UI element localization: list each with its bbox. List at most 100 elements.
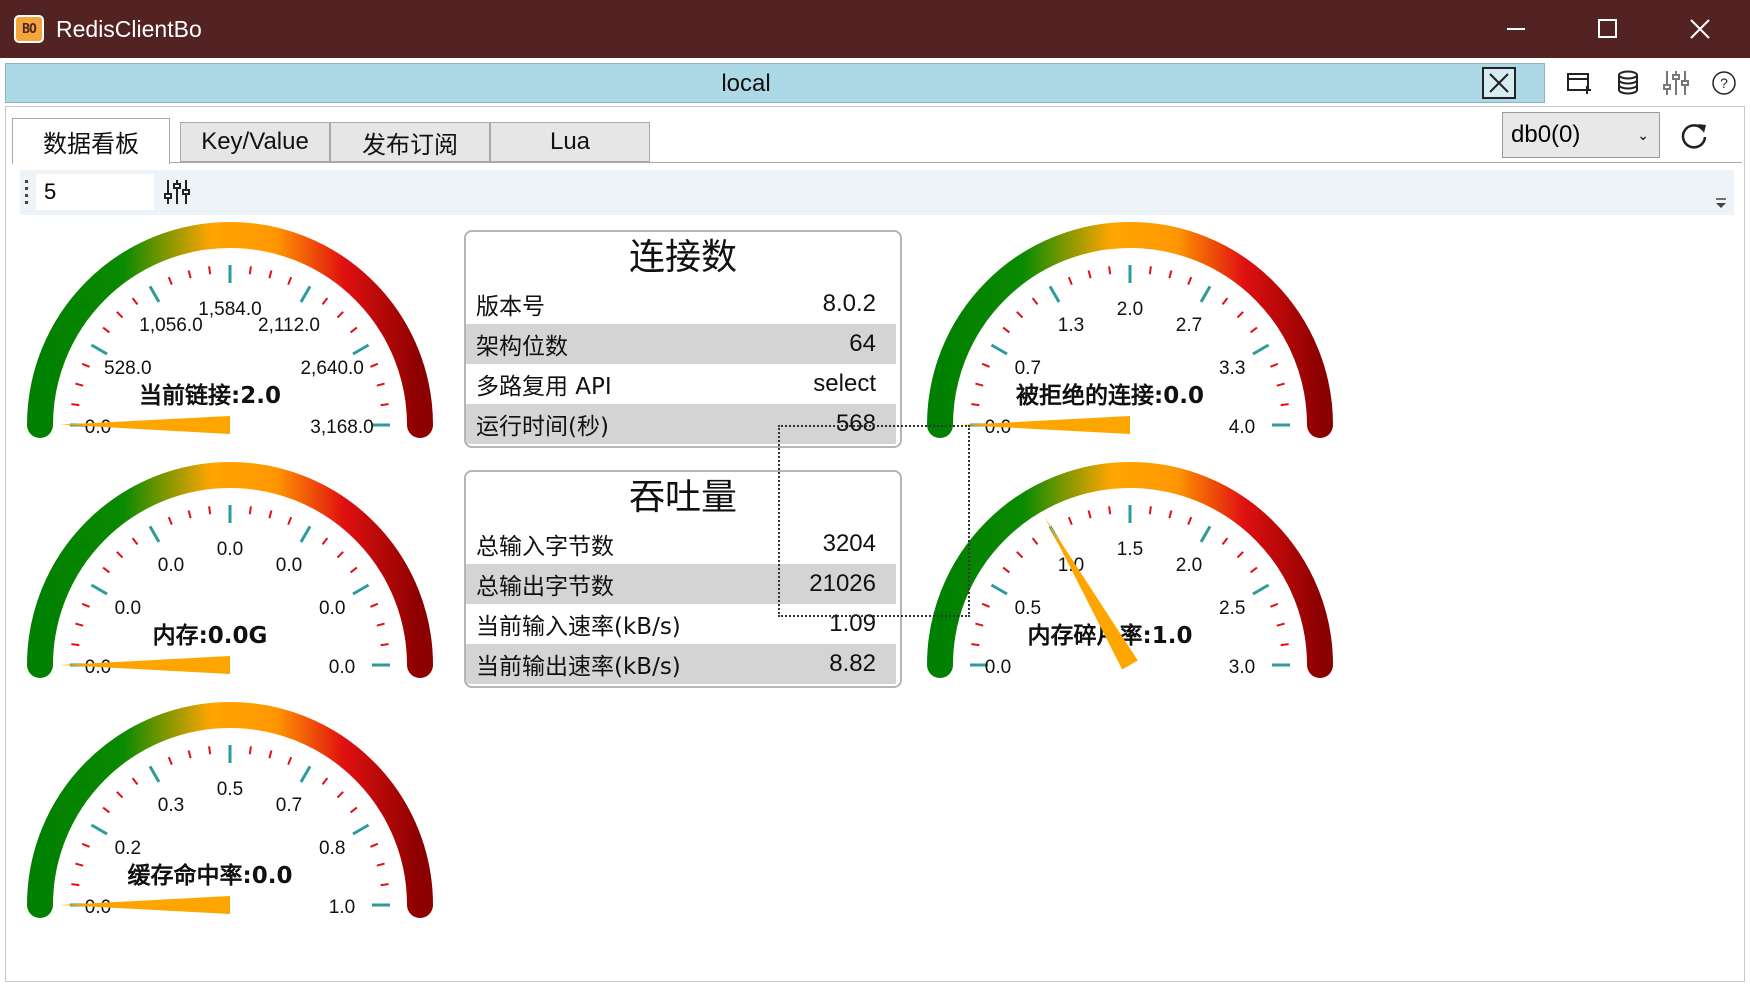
dashboard-toolbar [20, 170, 1734, 215]
gauge-tick-label: 1,056.0 [139, 315, 202, 336]
app-title: RedisClientBo [56, 16, 202, 42]
chevron-down-icon: ⌄ [1637, 127, 1649, 143]
gauge-value-label: 缓存命中率:0.0 [128, 862, 293, 889]
gauge-minor-tick [81, 362, 90, 368]
gauge-minor-tick [287, 516, 293, 525]
db-select[interactable]: db0(0) ⌄ [1502, 112, 1660, 158]
gauge-minor-tick [102, 566, 111, 574]
gauge-minor-tick [981, 362, 990, 368]
gauge-major-tick [148, 285, 161, 303]
gauge-minor-tick [81, 602, 90, 608]
gauge-minor-tick [1148, 506, 1152, 515]
gauge-tick-label: 0.8 [319, 838, 345, 859]
gauge-minor-tick [248, 746, 252, 755]
gauge-minor-tick [1236, 551, 1244, 559]
help-icon: ? [1712, 71, 1736, 95]
gauge-minor-tick [1108, 266, 1112, 275]
overflow-icon[interactable] [1714, 194, 1728, 210]
gauge-minor-tick [71, 883, 80, 887]
gauge-minor-tick [102, 806, 111, 814]
gauge-minor-tick [208, 266, 212, 275]
gauge-tick-label: 1.0 [329, 897, 355, 918]
gauge-minor-tick [208, 746, 212, 755]
database-button[interactable] [1610, 64, 1646, 102]
row-label: 架构位数 [476, 334, 568, 360]
gauge-tick-label: 528.0 [104, 358, 152, 379]
maximize-button[interactable] [1578, 0, 1638, 58]
gauge-minor-tick [1016, 551, 1024, 559]
gauge-tick-label: 0.0 [276, 555, 302, 576]
gauge-minor-tick [167, 756, 173, 765]
focus-rectangle [778, 425, 970, 617]
gauge-minor-tick [116, 551, 124, 559]
tab-dashboard[interactable]: 数据看板 [12, 118, 170, 164]
close-connection-button[interactable] [1482, 67, 1516, 99]
gauge-minor-tick [1249, 326, 1258, 334]
connection-tab-title: local [721, 70, 771, 97]
gauge-tick-label: 0.0 [158, 555, 184, 576]
gauge-minor-tick [75, 382, 84, 387]
tab-lua[interactable]: Lua [490, 122, 650, 162]
gauge-svg: 0.0 528.0 1,056.01,584.02,112.0 2,640.0 3,16… [27, 222, 433, 438]
gauge-value-label: 当前链接:2.0 [139, 382, 281, 409]
gauge-minor-tick [1087, 270, 1092, 279]
tab-pubsub[interactable]: 发布订阅 [330, 122, 490, 162]
gauge-minor-tick [321, 777, 329, 786]
tab-label: Lua [549, 128, 591, 155]
gauge-memory-fragmentation: 0.00.51.01.52.02.53.0内存碎片率:1.0 [920, 452, 1340, 682]
toolbar-grip[interactable] [24, 180, 30, 206]
gauge-tick-label: 2.0 [1117, 299, 1143, 320]
gauge-minor-tick [349, 326, 358, 334]
gauge-tick-label: 2,640.0 [300, 358, 363, 379]
close-window-button[interactable] [1670, 0, 1730, 58]
tab-key-value[interactable]: Key/Value [180, 122, 330, 162]
help-button[interactable]: ? [1706, 64, 1742, 102]
row-label: 当前输出速率(kB/s) [476, 654, 681, 680]
info-row: 多路复用 API select [466, 364, 896, 404]
gauge-minor-tick [1108, 506, 1112, 515]
gauge-tick-label: 0.0 [985, 657, 1011, 678]
gauge-minor-tick [1002, 326, 1011, 334]
new-window-icon [1567, 73, 1591, 94]
gauge-major-tick [148, 765, 161, 783]
gauge-tick-label: 3.0 [1229, 657, 1255, 678]
gauge-minor-tick [1067, 276, 1073, 285]
new-window-button[interactable] [1562, 64, 1598, 102]
gauge-minor-tick [336, 791, 344, 799]
gauge-major-tick [990, 343, 1008, 356]
gauge-tick-label: 0.0 [329, 657, 355, 678]
gauge-minor-tick [1270, 602, 1279, 608]
gauge-minor-tick [981, 602, 990, 608]
settings-button[interactable] [1658, 64, 1694, 102]
gauge-tick-label: 0.2 [115, 838, 141, 859]
row-label: 运行时间(秒) [476, 414, 609, 440]
gauge-minor-tick [287, 756, 293, 765]
gauge-major-tick [352, 583, 370, 596]
row-value: 64 [849, 330, 876, 357]
gauge-minor-tick [1168, 270, 1173, 279]
gauge-svg: 0.00.00.00.00.00.00.0内存:0.0G [27, 462, 433, 678]
gauge-major-tick [990, 583, 1008, 596]
refresh-button[interactable] [1674, 116, 1714, 156]
minimize-button[interactable] [1486, 0, 1546, 58]
gauge-minor-tick [268, 750, 273, 759]
gauge-settings-button[interactable] [160, 176, 194, 208]
gauge-minor-tick [1236, 311, 1244, 319]
connection-tab[interactable]: local [5, 63, 1545, 103]
gauge-minor-tick [131, 537, 139, 546]
row-label: 多路复用 API [476, 374, 612, 400]
gauge-tick-label: 0.7 [1015, 358, 1041, 379]
gauge-minor-tick [376, 382, 385, 387]
gauge-minor-tick [81, 842, 90, 848]
tab-label: Key/Value [201, 128, 309, 155]
tab-label: 发布订阅 [362, 131, 458, 159]
gauge-minor-tick [102, 326, 111, 334]
gauge-tick-label: 3,168.0 [310, 417, 373, 438]
gauge-hit-rate: 0.0 0.2 0.3 0.5 0.7 0.8 1.0 缓存命中率:0.0 [20, 692, 440, 922]
gauge-minor-tick [167, 276, 173, 285]
gauge-major-tick [148, 525, 161, 543]
gauge-minor-tick [248, 266, 252, 275]
refresh-interval-input[interactable] [36, 174, 154, 210]
maximize-icon [1598, 19, 1617, 38]
row-label: 当前输入速率(kB/s) [476, 614, 681, 640]
